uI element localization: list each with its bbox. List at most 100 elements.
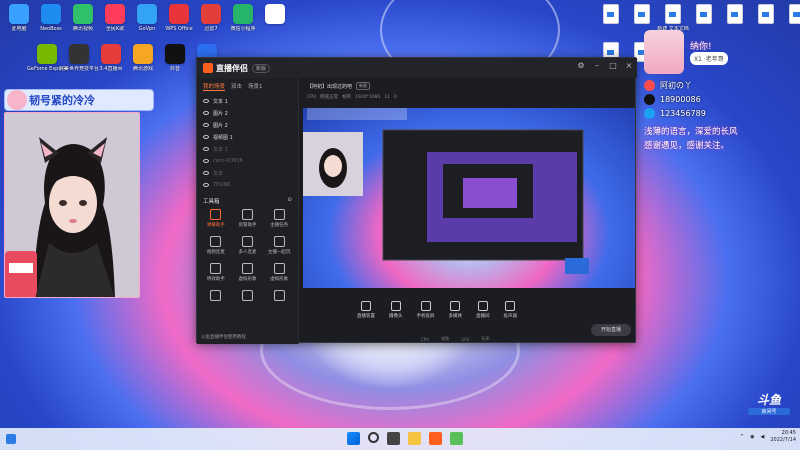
scene-tab[interactable]: 场景1 [248,82,263,91]
desktop-icon-label: 迅雷7 [204,26,218,32]
widgets-icon[interactable] [6,434,16,444]
desktop-icon-label: WPS Office [165,26,193,32]
desktop-file[interactable]: 新建 文本文档 [657,4,689,32]
desktop-icon[interactable]: GoVpn [132,4,162,32]
eye-icon[interactable] [203,183,209,187]
tools-more-icon[interactable]: ⊙ [287,197,292,205]
control-button[interactable]: 手机投屏 [417,301,435,319]
control-label: 摄像头 [389,314,403,319]
room-badge[interactable]: 新版 [356,82,371,90]
eye-icon[interactable] [203,123,209,127]
desktop-icon[interactable]: 全民K歌 [100,4,130,32]
source-item[interactable]: 图片 2 [197,107,298,119]
tool-button[interactable] [232,290,264,303]
source-item[interactable]: cam-VCM36 [197,155,298,167]
desktop-icon[interactable]: 完美世界竞技平台 [59,44,99,72]
tool-button[interactable]: 多人连麦 [232,236,264,255]
social-rows: 阿初の丫 18900086 123456789 [644,80,794,119]
eye-icon[interactable] [203,171,209,175]
room-stat: 11 [384,94,391,100]
desktop-icon[interactable]: NeoBoss [36,4,66,32]
source-item[interactable]: 视频图 1 [197,131,298,143]
room-stat: 0 [394,94,397,100]
search-icon[interactable] [368,432,379,443]
source-item[interactable]: TPLINK [197,179,298,191]
room-title[interactable]: 【阿初】出现过的吧 [307,83,352,90]
status-bar: CPU 帧数 GPU 码率 [301,334,637,344]
tool-button[interactable]: 虚拟形象 [263,263,295,282]
tool-button[interactable]: 虚拟形象 [232,263,264,282]
webcam-person-image [5,113,139,297]
eye-icon[interactable] [203,99,209,103]
control-button[interactable]: 直播装置 [357,301,375,319]
desktop-file[interactable] [720,4,750,26]
minimize-icon[interactable]: – [593,62,601,70]
control-button[interactable]: 直播间 [476,301,490,319]
source-label: 图片 2 [213,110,228,117]
desktop-icon[interactable]: 腾讯游戏 [128,44,158,72]
tutorial-link[interactable]: 斗鱼直播伴侣使用教程 [201,334,246,340]
tool-button[interactable]: 主播任务 [263,209,295,228]
live-companion-window: 直播伴侣 新版 ⚙ – □ × 我的场景 双击 场景1 文本 1 图片 2 图片 2 视频… [196,57,637,344]
tool-button[interactable]: 弹幕助手 [200,209,232,228]
network-icon[interactable]: ◉ [750,434,754,440]
tool-icon [273,209,285,220]
tool-label: 房管助手 [238,223,257,228]
clock[interactable]: 20:45 2022/7/14 [770,430,796,444]
task-view-icon[interactable] [387,432,400,445]
desktop-icon-label: 此电脑 [11,26,27,32]
control-button[interactable]: 投声器 [504,301,517,319]
start-icon[interactable] [347,432,360,445]
desktop-icon[interactable]: 腾讯视频 [68,4,98,32]
source-item[interactable]: 文本 1 [197,143,298,155]
live-companion-icon[interactable] [429,432,442,445]
window-titlebar[interactable]: 直播伴侣 新版 ⚙ – □ × [197,58,637,78]
tool-icon [241,236,253,247]
desktop-icon[interactable]: 抖音 [160,44,190,72]
desktop-file[interactable] [689,4,719,26]
desktop-icon[interactable]: GeForce Experience [27,44,67,72]
desktop-file[interactable] [627,4,657,26]
desktop-icon[interactable]: 此电脑 [4,4,34,32]
desktop-icon[interactable]: WPS Office [164,4,194,32]
source-item[interactable]: 文本 [197,167,298,179]
desktop-file[interactable] [751,4,781,26]
eye-icon[interactable] [203,111,209,115]
volume-icon[interactable]: ◀ [761,434,765,440]
maximize-icon[interactable]: □ [609,62,617,70]
logo-icon [203,63,213,73]
close-icon[interactable]: × [625,62,633,70]
control-button[interactable]: 摄像头 [389,301,403,319]
desktop-icon[interactable] [260,4,290,26]
control-button[interactable]: 多媒体 [449,301,462,319]
desktop-icon[interactable]: 微信小程序 [228,4,258,32]
source-item[interactable]: 文本 1 [197,95,298,107]
desktop-file[interactable] [596,4,626,26]
stream-preview[interactable] [303,108,635,288]
tool-button[interactable]: 主播一起玩 [263,236,295,255]
file-explorer-icon[interactable] [408,432,421,445]
tool-label: 主播一起玩 [267,250,291,255]
source-item[interactable]: 图片 2 [197,119,298,131]
tool-button[interactable] [200,290,232,303]
desktop-file[interactable] [782,4,800,26]
tray-chevron-icon[interactable]: ^ [740,434,744,440]
desktop-icon-label: 抖音 [169,66,180,72]
eye-icon[interactable] [203,135,209,139]
settings-icon[interactable]: ⚙ [577,62,585,70]
control-bar: 直播装置 摄像头 手机投屏 多媒体 直播间 投声器 [301,294,637,326]
tool-button[interactable]: 特效助手 [200,263,232,282]
tool-button[interactable]: 视频连麦 [200,236,232,255]
desktop-icon[interactable]: 3.4直播间 [96,44,126,72]
scene-tab[interactable]: 双击 [231,82,242,91]
scene-tab[interactable]: 我的场景 [203,82,226,91]
app-icon[interactable] [450,432,463,445]
desktop-app-icon [233,4,253,24]
tool-icon [241,263,253,274]
tool-button[interactable] [263,290,295,303]
eye-icon[interactable] [203,159,209,163]
desktop-icon[interactable]: 迅雷7 [196,4,226,32]
version-badge[interactable]: 新版 [252,63,271,73]
tool-button[interactable]: 房管助手 [232,209,264,228]
eye-icon[interactable] [203,147,209,151]
